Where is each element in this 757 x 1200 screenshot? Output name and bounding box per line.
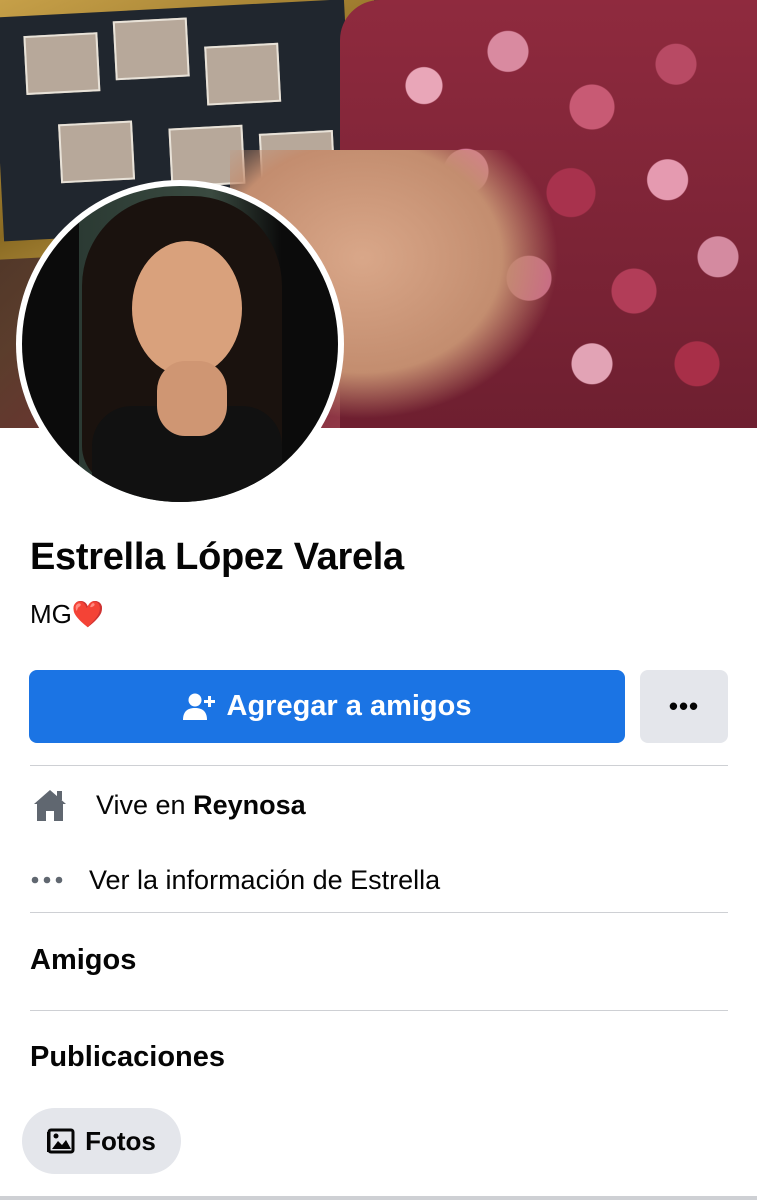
bottom-separator [0,1196,757,1200]
profile-avatar[interactable] [16,180,344,508]
posts-section-title: Publicaciones [30,1041,226,1073]
heart-emoji: ❤️ [71,599,105,629]
bio-text: MG [30,599,72,629]
home-icon [34,790,66,821]
lives-prefix: Vive en [96,789,194,820]
add-friend-button[interactable]: Agregar a amigos [29,670,625,743]
see-info-label: Ver la información de Estrella [89,864,441,895]
more-options-button[interactable]: ••• [640,670,728,743]
lives-in-row: Vive en Reynosa [30,785,306,825]
friends-section-title[interactable]: Amigos [30,944,136,977]
person-plus-icon [182,693,215,720]
dots-icon [31,876,63,884]
photos-chip[interactable]: Fotos [22,1108,181,1174]
profile-name: Estrella López Varela [30,536,404,578]
divider [30,765,728,766]
add-friend-label: Agregar a amigos [226,690,472,722]
lives-city: Reynosa [193,789,306,820]
profile-bio: MG❤️ [30,599,104,630]
see-info-row[interactable]: Ver la información de Estrella [30,862,440,898]
divider [30,1010,728,1011]
divider [30,912,728,913]
more-dots-icon: ••• [668,691,700,721]
photo-icon [47,1128,75,1154]
photos-label: Fotos [85,1125,156,1156]
